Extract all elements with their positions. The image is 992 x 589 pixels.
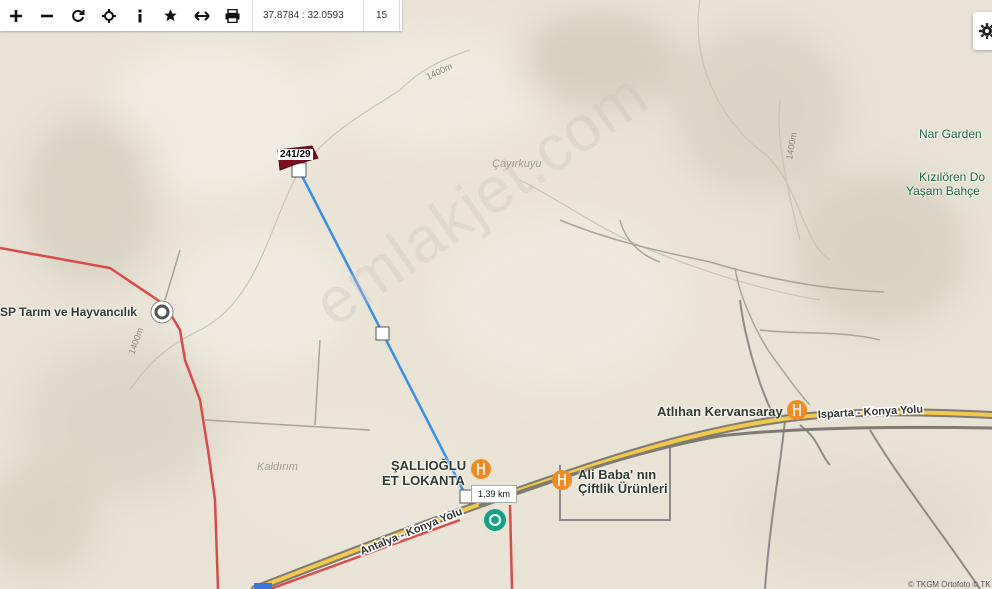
info-icon <box>138 9 141 22</box>
map-toolbar: 37.8784 : 32.0593 15 <box>0 0 402 31</box>
measure-handle-mid[interactable] <box>375 326 390 341</box>
locate-button[interactable] <box>93 0 124 31</box>
poi-label-kiziloren[interactable]: Yaşam Bahçe <box>906 184 980 198</box>
area-label: Çayırkuyu <box>492 158 542 170</box>
map-marker-bottom[interactable] <box>254 583 272 589</box>
zoom-level-readout: 15 <box>363 0 401 31</box>
measure-arrows-icon <box>193 10 210 21</box>
plus-icon <box>9 9 22 22</box>
info-button[interactable] <box>124 0 155 31</box>
gear-icon <box>979 23 992 39</box>
flower-poi-icon[interactable] <box>484 509 506 531</box>
restaurant-icon[interactable] <box>787 400 807 420</box>
poi-label-sallioglu[interactable]: ŞALLIOĞLU <box>391 458 466 473</box>
favorite-button[interactable] <box>155 0 186 31</box>
poi-label-alibaba[interactable]: Çiftlik Ürünleri <box>578 481 668 496</box>
parcel-label: 241/29 <box>278 149 313 160</box>
zoom-out-button[interactable] <box>31 0 62 31</box>
minus-icon <box>40 14 53 17</box>
settings-button[interactable] <box>973 12 992 50</box>
location-pin-icon[interactable] <box>150 300 174 324</box>
refresh-icon <box>71 9 84 22</box>
restaurant-icon[interactable] <box>471 459 491 479</box>
refresh-button[interactable] <box>62 0 93 31</box>
area-label: Kaldırım <box>257 461 298 473</box>
poi-label-nargarden[interactable]: Nar Garden <box>919 127 982 141</box>
map-attribution: © TKGM Ortofoto © TK <box>908 580 991 589</box>
print-button[interactable] <box>217 0 248 31</box>
crosshair-icon <box>101 8 116 23</box>
poi-label-kiziloren[interactable]: Kızılören Do <box>919 170 985 184</box>
restaurant-icon[interactable] <box>552 470 572 490</box>
coordinates-readout: 37.8784 : 32.0593 <box>252 0 363 31</box>
poi-label-atlihan[interactable]: Atlıhan Kervansaray <box>657 404 783 419</box>
zoom-in-button[interactable] <box>0 0 31 31</box>
poi-label-alibaba[interactable]: Ali Baba' nın <box>578 467 656 482</box>
poi-label-tarim[interactable]: SP Tarım ve Hayvancılık <box>0 305 137 319</box>
star-icon <box>164 9 177 22</box>
measure-button[interactable] <box>186 0 217 31</box>
poi-label-sallioglu[interactable]: ET LOKANTA <box>382 473 465 488</box>
distance-label: 1,39 km <box>471 485 518 503</box>
printer-icon <box>225 8 240 23</box>
